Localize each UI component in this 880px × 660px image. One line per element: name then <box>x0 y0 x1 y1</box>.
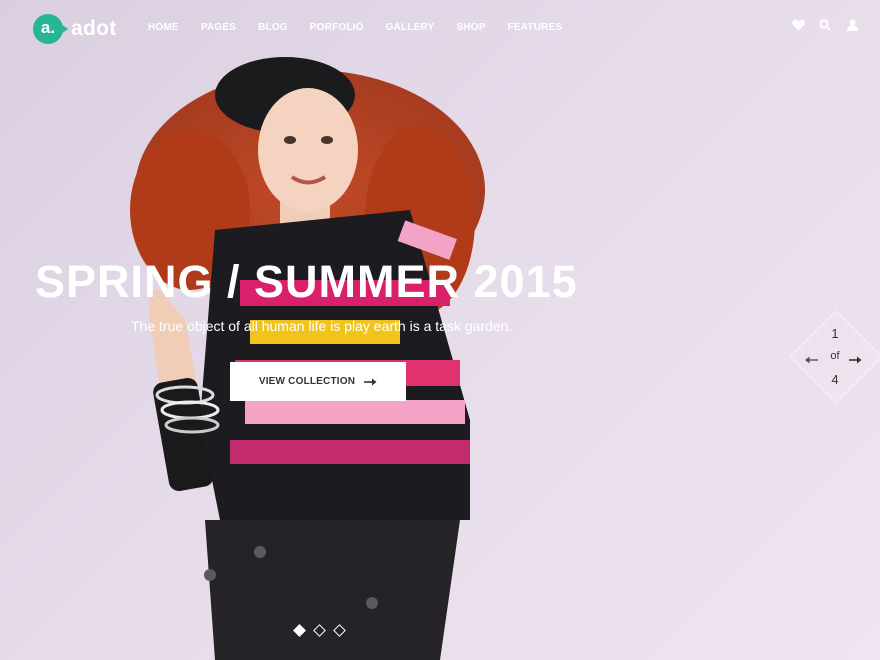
logo-name: adot <box>71 17 117 40</box>
pager-total: 4 <box>831 372 839 387</box>
user-icon[interactable] <box>844 17 860 33</box>
nav-item-pages[interactable]: PAGES <box>201 22 236 33</box>
pager-of-label: of <box>830 350 840 362</box>
site-logo[interactable]: a. adot <box>33 14 117 44</box>
arrow-left-icon[interactable] <box>805 351 818 369</box>
slider-dot-3[interactable] <box>333 624 346 637</box>
heart-icon[interactable] <box>790 17 806 33</box>
nav-item-gallery[interactable]: GALLERY <box>386 22 435 33</box>
slider-dot-1[interactable] <box>293 624 306 637</box>
nav-item-blog[interactable]: BLOG <box>258 22 288 33</box>
hero-subtitle: The true object of all human life is pla… <box>131 318 513 334</box>
nav-item-features[interactable]: FEATURES <box>508 22 563 33</box>
slide-pager: 1 of 4 <box>789 310 880 404</box>
hero-title: SPRING / SUMMER 2015 <box>35 256 578 307</box>
pager-current: 1 <box>831 326 839 341</box>
main-nav: HOME PAGES BLOG PORFOLIO GALLERY SHOP FE… <box>148 22 584 33</box>
arrow-right-icon[interactable] <box>849 351 862 369</box>
nav-item-shop[interactable]: SHOP <box>456 22 485 33</box>
view-collection-label: VIEW COLLECTION <box>258 376 356 387</box>
header-icons <box>779 17 860 33</box>
logo-mark: a. <box>33 14 68 44</box>
nav-item-home[interactable]: HOME <box>148 22 179 33</box>
nav-item-portfolio[interactable]: PORFOLIO <box>310 22 364 33</box>
site-header: a. adot HOME PAGES BLOG PORFOLIO GALLERY… <box>0 0 880 58</box>
view-collection-button[interactable]: VIEW COLLECTION <box>230 362 406 401</box>
slider-dots <box>293 624 355 637</box>
search-icon[interactable] <box>817 17 833 33</box>
slider-dot-2[interactable] <box>313 624 326 637</box>
arrow-right-icon <box>364 378 377 386</box>
